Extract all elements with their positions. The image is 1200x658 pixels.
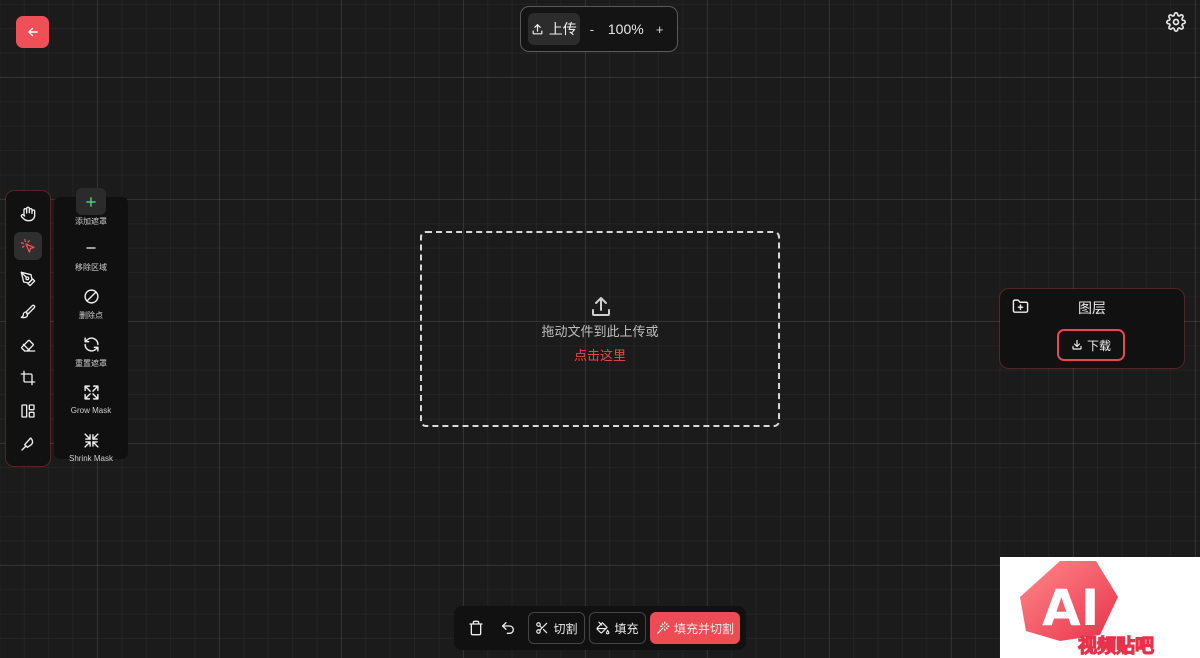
upload-icon [589, 295, 613, 319]
brush-icon [20, 304, 36, 320]
cut-label: 切割 [553, 621, 578, 636]
download-icon [1071, 339, 1083, 351]
svg-text:AI: AI [1042, 579, 1099, 637]
no-entry-icon [76, 283, 106, 309]
add-folder-icon[interactable] [1012, 298, 1029, 315]
settings-button[interactable] [1166, 12, 1188, 34]
hand-tool[interactable] [14, 200, 42, 228]
knife-icon [20, 436, 36, 452]
top-toolbar: 上传 - 100% + [520, 6, 678, 52]
add-mask-button[interactable]: 添加遮罩 [54, 188, 128, 227]
reset-mask-button[interactable]: 重置遮罩 [54, 331, 128, 369]
layout-icon [20, 403, 36, 419]
back-button[interactable] [16, 16, 49, 48]
reset-mask-label: 重置遮罩 [75, 359, 107, 368]
upload-label: 上传 [548, 21, 577, 37]
arrow-left-icon [26, 25, 40, 39]
pen-tool[interactable] [14, 265, 42, 293]
click-here-link[interactable]: 点击这里 [422, 345, 778, 364]
pen-icon [20, 271, 36, 287]
fill-and-cut-label: 填充并切割 [673, 621, 734, 636]
layers-panel: 图层 下载 [1000, 289, 1184, 368]
fill-button[interactable]: 填充 [589, 612, 646, 644]
delete-button[interactable] [460, 612, 492, 644]
shrink-icon [76, 427, 106, 453]
fill-and-cut-button[interactable]: 填充并切割 [650, 612, 740, 644]
brush-tool[interactable] [14, 298, 42, 326]
remove-area-label: 移除区域 [75, 263, 107, 272]
refresh-icon [76, 331, 106, 357]
delete-point-label: 删除点 [79, 311, 103, 320]
cut-button[interactable]: 切割 [528, 612, 585, 644]
magic-select-icon [20, 238, 36, 254]
upload-dropzone[interactable]: 拖动文件到此上传或 点击这里 [420, 231, 780, 427]
crop-tool[interactable] [14, 364, 42, 392]
eraser-tool[interactable] [14, 331, 42, 359]
plus-icon [76, 188, 106, 215]
dropzone-text: 拖动文件到此上传或 [541, 324, 659, 339]
knife-tool[interactable] [14, 430, 42, 458]
layers-title: 图层 [1078, 300, 1106, 316]
zoom-level: 100% [607, 21, 644, 37]
shrink-mask-label: Shrink Mask [68, 454, 113, 463]
paint-bucket-icon [596, 621, 610, 635]
magic-select-tool[interactable] [14, 232, 42, 260]
add-mask-label: 添加遮罩 [75, 217, 107, 226]
hand-icon [20, 206, 36, 222]
scissors-icon [535, 621, 549, 635]
grow-mask-label: Grow Mask [70, 406, 112, 415]
download-button[interactable]: 下载 [1057, 329, 1125, 361]
expand-icon [76, 379, 106, 405]
upload-icon [531, 23, 544, 36]
delete-point-button[interactable]: 删除点 [54, 283, 128, 321]
undo-icon [500, 620, 516, 636]
tool-rail [6, 191, 50, 466]
trash-icon [468, 620, 484, 636]
zoom-in-button[interactable]: + [649, 22, 670, 37]
bottom-toolbar: 切割 填充 填充并切割 [454, 606, 746, 650]
mask-panel: 添加遮罩 移除区域 删除点 重置遮罩 Grow Mask Shrink Mask [54, 188, 128, 463]
shrink-mask-button[interactable]: Shrink Mask [54, 427, 128, 463]
gear-icon [1166, 12, 1188, 32]
zoom-out-button[interactable]: - [582, 22, 603, 37]
download-label: 下载 [1086, 338, 1111, 353]
crop-icon [20, 370, 36, 386]
fill-label: 填充 [614, 621, 639, 636]
remove-area-button[interactable]: 移除区域 [54, 235, 128, 273]
svg-text:视频贴吧: 视频贴吧 [1078, 634, 1154, 657]
layout-tool[interactable] [14, 397, 42, 425]
watermark-logo: AI 视频贴吧 [1000, 557, 1200, 658]
eraser-icon [20, 337, 36, 353]
upload-button[interactable]: 上传 [528, 13, 580, 45]
minus-icon [76, 235, 106, 261]
magic-wand-icon [656, 621, 670, 635]
undo-button[interactable] [492, 612, 524, 644]
grow-mask-button[interactable]: Grow Mask [54, 379, 128, 415]
